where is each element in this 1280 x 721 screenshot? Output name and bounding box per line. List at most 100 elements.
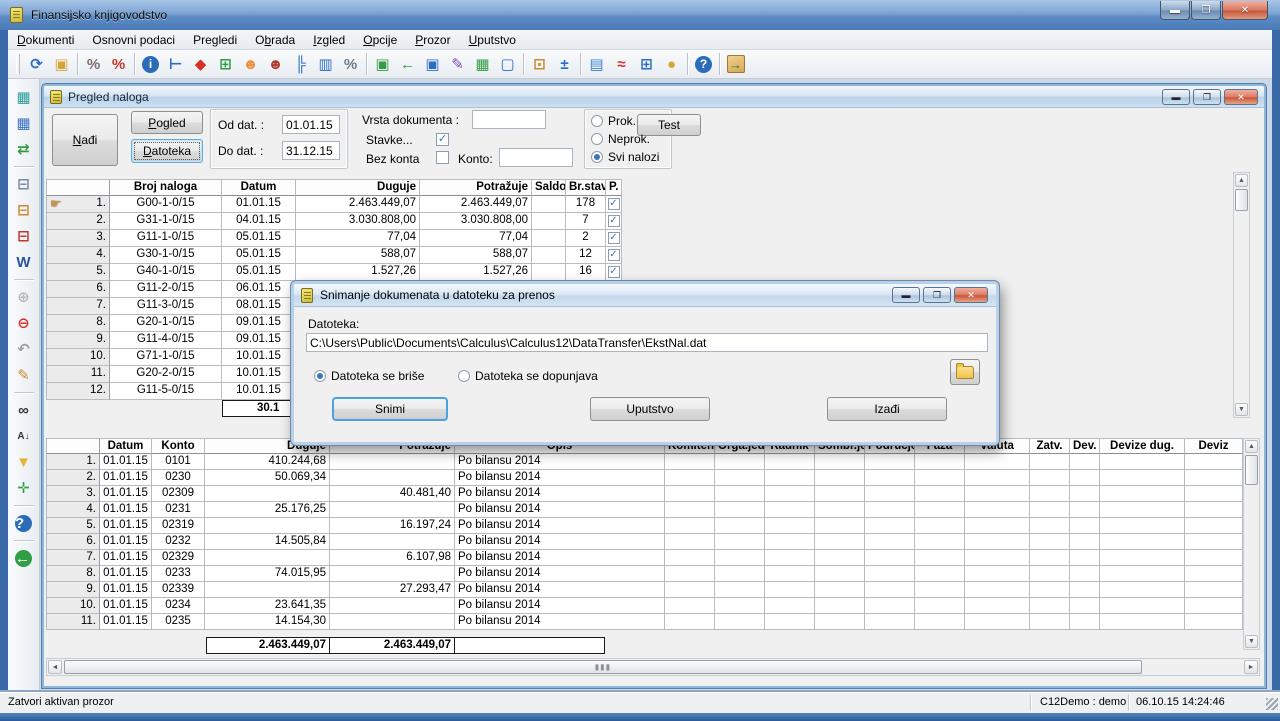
save-button[interactable]: Snimi: [332, 397, 448, 421]
menu-uputstvo[interactable]: Uputstvo: [460, 31, 525, 49]
menu-pregledi[interactable]: Pregledi: [184, 31, 246, 49]
items-hscrollbar[interactable]: ◄ ▮▮▮ ►: [46, 658, 1260, 676]
items-row[interactable]: 5.01.01.150231916.197,24Po bilansu 2014: [46, 518, 1243, 534]
print-cancel-button[interactable]: ⊟: [11, 224, 37, 248]
orders-row[interactable]: 5.G40-1-0/1505.01.151.527,261.527,2616✓: [46, 264, 622, 281]
radio-button[interactable]: [314, 370, 326, 382]
menu-dokumenti[interactable]: Dokumenti: [8, 31, 83, 49]
percent-settings-button[interactable]: %: [81, 52, 106, 77]
filter-button[interactable]: ▼: [11, 450, 37, 474]
menu-izgled[interactable]: Izgled: [304, 31, 354, 49]
processed-checkbox[interactable]: ✓: [608, 215, 620, 227]
konto-field[interactable]: [499, 148, 573, 167]
file-path-field[interactable]: C:\Users\Public\Documents\Calculus\Calcu…: [306, 333, 988, 352]
processed-checkbox[interactable]: ✓: [608, 266, 620, 278]
radio-svi-nalozi[interactable]: Svi nalozi: [591, 150, 659, 164]
orders-row[interactable]: 3.G11-1-0/1505.01.1577,0477,042✓: [46, 230, 622, 247]
radio-prok-[interactable]: Prok.: [591, 114, 636, 128]
radio-file-append[interactable]: Datoteka se dopunjava: [458, 369, 598, 383]
close-button[interactable]: ✕: [1222, 1, 1268, 20]
help-button[interactable]: ?: [11, 511, 37, 535]
person-button[interactable]: ☻: [238, 52, 263, 77]
radio-neprok-[interactable]: Neprok.: [591, 132, 650, 146]
browse-folder-button[interactable]: [950, 359, 980, 385]
bez-konta-checkbox[interactable]: [436, 151, 449, 164]
fit-window-button[interactable]: ✛: [11, 476, 37, 500]
menu-opcije[interactable]: Opcije: [354, 31, 406, 49]
help-button[interactable]: Uputstvo: [590, 397, 710, 421]
child-close-button[interactable]: ✕: [1224, 89, 1258, 105]
items-row[interactable]: 7.01.01.15023296.107,98Po bilansu 2014: [46, 550, 1243, 566]
scroll-thumb[interactable]: [1235, 189, 1248, 211]
radio-button[interactable]: [458, 370, 470, 382]
user-button[interactable]: ☻: [263, 52, 288, 77]
radio-button[interactable]: [591, 133, 603, 145]
scroll-right-arrow[interactable]: ►: [1244, 660, 1258, 674]
orders-row[interactable]: 1.☛G00-1-0/1501.01.152.463.449,072.463.4…: [46, 196, 622, 213]
resize-grip[interactable]: [1266, 698, 1278, 710]
edit-document-button[interactable]: ✎: [445, 52, 470, 77]
child-maximize-button[interactable]: ❐: [1193, 89, 1221, 105]
orders-vscrollbar[interactable]: ▲ ▼: [1233, 172, 1250, 418]
favorites-button[interactable]: ◆: [188, 52, 213, 77]
items-row[interactable]: 10.01.01.15023423.641,35Po bilansu 2014: [46, 598, 1243, 614]
org-scheme-button[interactable]: ⊞: [213, 52, 238, 77]
import-window-button[interactable]: ←: [395, 52, 420, 77]
lock-button[interactable]: ⊡: [527, 52, 552, 77]
exit-button[interactable]: Izađi: [827, 397, 947, 421]
minimize-button[interactable]: ▬: [1160, 1, 1190, 20]
to-date-field[interactable]: 31.12.15: [282, 141, 340, 160]
refresh-documents-button[interactable]: ⟳: [24, 52, 49, 77]
export-file-button[interactable]: ⇄: [11, 137, 37, 161]
remove-button[interactable]: ⊖: [11, 311, 37, 335]
chart-line-button[interactable]: ≈: [609, 52, 634, 77]
orders-row[interactable]: 4.G30-1-0/1505.01.15588,07588,0712✓: [46, 247, 622, 264]
items-row[interactable]: 8.01.01.15023374.015,95Po bilansu 2014: [46, 566, 1243, 582]
items-row[interactable]: 6.01.01.15023214.505,84Po bilansu 2014: [46, 534, 1243, 550]
sort-az-button[interactable]: A↓: [11, 424, 37, 448]
doc-type-field[interactable]: [472, 110, 546, 129]
radio-file-delete[interactable]: Datoteka se briše: [314, 369, 424, 383]
percent-document-button[interactable]: %: [338, 52, 363, 77]
save-all-button[interactable]: ▦: [11, 111, 37, 135]
dialog-close-button[interactable]: ✕: [954, 287, 988, 303]
undo-button[interactable]: ↶: [11, 337, 37, 361]
scroll-down-arrow[interactable]: ▼: [1235, 403, 1248, 416]
folder-options-button[interactable]: ▣: [49, 52, 74, 77]
print-button[interactable]: ⊟: [11, 172, 37, 196]
items-row[interactable]: 3.01.01.150230940.481,40Po bilansu 2014: [46, 486, 1243, 502]
processed-checkbox[interactable]: ✓: [608, 198, 620, 210]
hierarchy-button[interactable]: ╠: [288, 52, 313, 77]
document-info-button[interactable]: i: [138, 52, 163, 77]
window-script-button[interactable]: ▢: [495, 52, 520, 77]
print-fast-button[interactable]: ⊟: [11, 198, 37, 222]
scroll-thumb[interactable]: ▮▮▮: [64, 660, 1142, 674]
scroll-thumb[interactable]: [1245, 455, 1258, 485]
structure-button[interactable]: ⊞: [634, 52, 659, 77]
scroll-down-arrow[interactable]: ▼: [1245, 635, 1258, 648]
help-button[interactable]: ?: [691, 52, 716, 77]
find-button[interactable]: ∞: [11, 398, 37, 422]
exit-door-button[interactable]: →: [723, 52, 748, 77]
find-button[interactable]: Nađi: [52, 114, 118, 166]
items-vscrollbar[interactable]: ▲ ▼: [1243, 438, 1260, 650]
menu-prozor[interactable]: Prozor: [406, 31, 459, 49]
from-date-field[interactable]: 01.01.15: [282, 115, 340, 134]
file-button[interactable]: Datoteka: [131, 139, 203, 163]
duplicate-window-button[interactable]: ▣: [420, 52, 445, 77]
items-row[interactable]: 2.01.01.15023050.069,34Po bilansu 2014: [46, 470, 1243, 486]
dialog-minimize-button[interactable]: ▬: [892, 287, 920, 303]
scroll-up-arrow[interactable]: ▲: [1245, 440, 1258, 453]
plus-minus-button[interactable]: ±: [552, 52, 577, 77]
stavke-checkbox[interactable]: ✓: [436, 133, 449, 146]
word-export-button[interactable]: W: [11, 250, 37, 274]
processed-checkbox[interactable]: ✓: [608, 232, 620, 244]
processed-checkbox[interactable]: ✓: [608, 249, 620, 261]
items-row[interactable]: 4.01.01.15023125.176,25Po bilansu 2014: [46, 502, 1243, 518]
menu-osnovni-podaci[interactable]: Osnovni podaci: [83, 31, 184, 49]
copy-window-button[interactable]: ▣: [370, 52, 395, 77]
items-row[interactable]: 11.01.01.15023514.154,30Po bilansu 2014: [46, 614, 1243, 630]
tree-view-button[interactable]: ⊢: [163, 52, 188, 77]
radio-button[interactable]: [591, 151, 603, 163]
menu-obrada[interactable]: Obrada: [246, 31, 304, 49]
